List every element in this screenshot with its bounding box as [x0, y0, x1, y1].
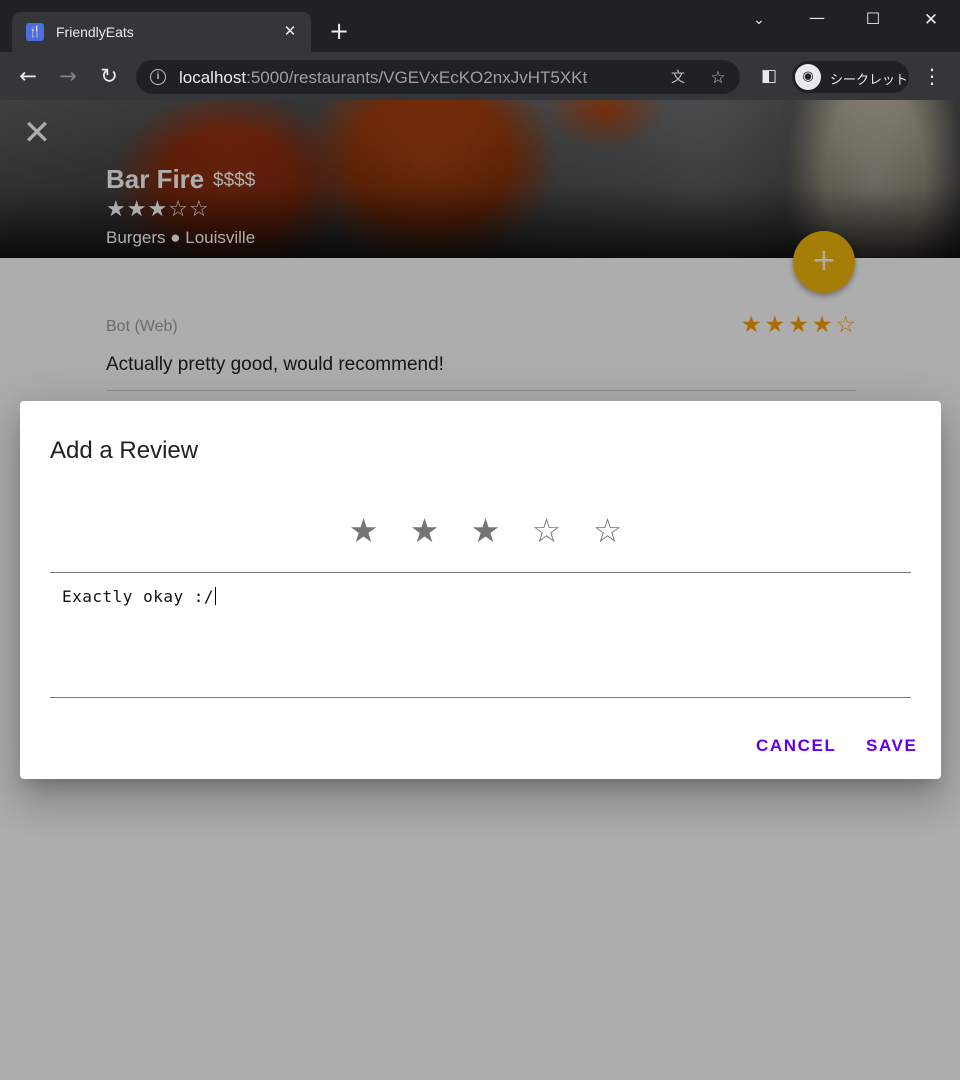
back-icon[interactable]: ← — [14, 62, 42, 90]
url-text[interactable]: localhost:5000/restaurants/VGEVxEcKO2nxJ… — [179, 68, 587, 88]
star-icon[interactable]: ★ — [455, 511, 516, 551]
browser-toolbar: ← → ↻ i localhost:5000/restaurants/VGEVx… — [0, 52, 960, 100]
window-close-icon[interactable]: ✕ — [916, 8, 946, 32]
incognito-icon: ◉ — [795, 64, 821, 90]
bookmark-star-icon[interactable]: ☆ — [707, 67, 729, 89]
reload-icon[interactable]: ↻ — [95, 62, 123, 90]
site-info-icon[interactable]: i — [150, 69, 166, 85]
browser-tabstrip: 🍴 FriendlyEats ✕ + ⌄ — ☐ ✕ — [0, 0, 960, 52]
address-bar[interactable]: i localhost:5000/restaurants/VGEVxEcKO2n… — [136, 60, 740, 94]
minimize-icon[interactable]: — — [802, 8, 832, 32]
tab-search-icon[interactable]: ⌄ — [744, 8, 774, 32]
fork-knife-icon: 🍴 — [26, 23, 44, 41]
new-tab-icon[interactable]: + — [326, 18, 352, 44]
tab-title: FriendlyEats — [56, 24, 134, 40]
save-button[interactable]: SAVE — [866, 736, 917, 756]
star-icon[interactable]: ★ — [333, 511, 394, 551]
browser-tab[interactable]: 🍴 FriendlyEats ✕ — [12, 12, 311, 52]
incognito-badge[interactable]: ◉ シークレット — [792, 61, 909, 93]
review-textarea-value[interactable]: Exactly okay :/ — [62, 587, 216, 606]
star-outline-icon[interactable]: ☆ — [577, 511, 638, 551]
translate-icon[interactable]: 文 — [667, 67, 689, 89]
cancel-button[interactable]: CANCEL — [756, 736, 836, 756]
dialog-title: Add a Review — [50, 437, 199, 464]
side-panel-icon[interactable]: ◧ — [755, 62, 783, 90]
page: ✕ Bar Fire $$$$ ★ ★ ★ ☆ ☆ Burgers ● Loui… — [0, 100, 960, 1080]
textarea-text: Exactly okay :/ — [62, 587, 214, 606]
star-outline-icon[interactable]: ☆ — [516, 511, 577, 551]
browser-menu-icon[interactable]: ⋮ — [920, 62, 944, 90]
text-caret — [215, 587, 216, 605]
rating-picker: ★ ★ ★ ☆ ☆ — [333, 511, 638, 551]
url-path: :5000/restaurants/VGEVxEcKO2nxJvHT5XKt — [246, 68, 588, 87]
review-textarea[interactable]: Exactly okay :/ — [50, 572, 911, 698]
maximize-icon[interactable]: ☐ — [858, 8, 888, 32]
tab-close-icon[interactable]: ✕ — [279, 20, 301, 42]
incognito-label: シークレット — [830, 73, 909, 88]
forward-icon[interactable]: → — [54, 62, 82, 90]
star-icon[interactable]: ★ — [394, 511, 455, 551]
add-review-dialog: Add a Review ★ ★ ★ ☆ ☆ Exactly okay :/ C… — [20, 401, 941, 779]
url-host: localhost — [179, 68, 247, 87]
